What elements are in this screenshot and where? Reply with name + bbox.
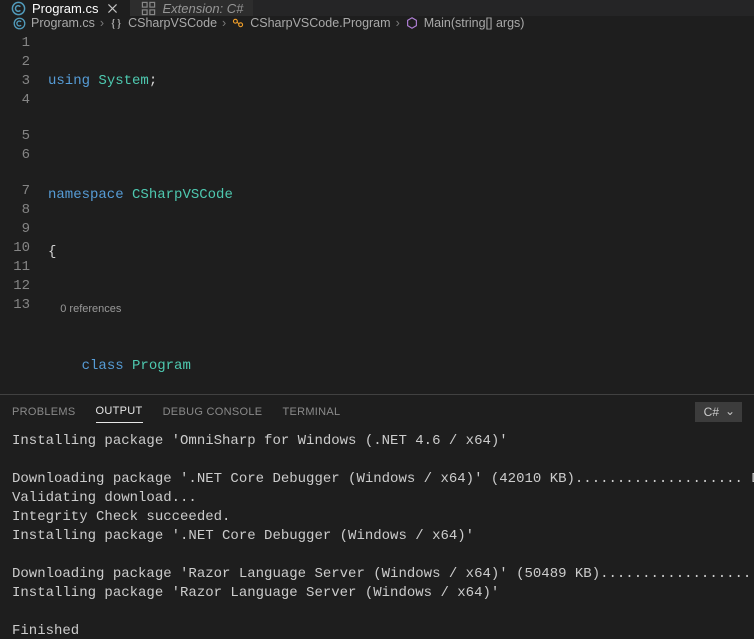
code-line: {: [48, 243, 754, 262]
code-editor[interactable]: 1 2 3 4 5 6 7 8 9 10 11 12 13 using Syst…: [0, 30, 754, 394]
code-content[interactable]: using System; namespace CSharpVSCode { 0…: [48, 30, 754, 394]
line-number: 11: [0, 258, 48, 277]
chevron-right-icon: ›: [100, 16, 104, 30]
line-number: 12: [0, 277, 48, 296]
codelens[interactable]: 0 references: [48, 300, 754, 319]
breadcrumb-label: CSharpVSCode.Program: [250, 16, 390, 30]
line-number: 13: [0, 296, 48, 315]
breadcrumb-label: CSharpVSCode: [128, 16, 217, 30]
code-line: namespace CSharpVSCode: [48, 186, 754, 205]
chevron-right-icon: ›: [396, 16, 400, 30]
panel-tab-terminal[interactable]: TERMINAL: [282, 401, 340, 423]
line-number: 5: [0, 127, 48, 146]
line-number-gutter: 1 2 3 4 5 6 7 8 9 10 11 12 13: [0, 30, 48, 394]
line-number: 7: [0, 182, 48, 201]
tab-extension-csharp[interactable]: Extension: C#: [130, 0, 253, 16]
namespace-icon: {}: [109, 16, 123, 30]
csharp-file-icon: [10, 0, 26, 16]
code-line: class Program: [48, 357, 754, 376]
tab-program-cs[interactable]: Program.cs: [0, 0, 130, 16]
line-number: 8: [0, 201, 48, 220]
panel-tab-output[interactable]: OUTPUT: [96, 400, 143, 423]
class-icon: [231, 16, 245, 30]
breadcrumb-method[interactable]: Main(string[] args): [405, 16, 525, 30]
output-channel-selector[interactable]: C#: [695, 402, 742, 422]
breadcrumb-class[interactable]: CSharpVSCode.Program: [231, 16, 390, 30]
panel-tab-debug-console[interactable]: DEBUG CONSOLE: [163, 401, 263, 423]
panel-tabs: PROBLEMS OUTPUT DEBUG CONSOLE TERMINAL C…: [0, 395, 754, 428]
chevron-right-icon: ›: [222, 16, 226, 30]
output-content[interactable]: Installing package 'OmniSharp for Window…: [0, 428, 754, 639]
breadcrumb-label: Main(string[] args): [424, 16, 525, 30]
line-number: 4: [0, 91, 48, 110]
breadcrumb-label: Program.cs: [31, 16, 95, 30]
breadcrumb: Program.cs › {} CSharpVSCode › CSharpVSC…: [0, 16, 754, 30]
editor-tabs-bar: Program.cs Extension: C#: [0, 0, 754, 16]
method-icon: [405, 16, 419, 30]
line-number: 6: [0, 146, 48, 165]
breadcrumb-file[interactable]: Program.cs: [12, 16, 95, 30]
line-number: 2: [0, 53, 48, 72]
tab-label: Program.cs: [32, 1, 98, 16]
code-line: using System;: [48, 72, 754, 91]
close-icon[interactable]: [104, 0, 120, 16]
line-number: 10: [0, 239, 48, 258]
code-line: [48, 129, 754, 148]
line-number: 9: [0, 220, 48, 239]
line-number: 3: [0, 72, 48, 91]
extensions-icon: [140, 0, 156, 16]
line-number: 1: [0, 34, 48, 53]
breadcrumb-namespace[interactable]: {} CSharpVSCode: [109, 16, 217, 30]
panel-tab-problems[interactable]: PROBLEMS: [12, 401, 76, 423]
tab-label: Extension: C#: [162, 1, 243, 16]
csharp-file-icon: [12, 16, 26, 30]
bottom-panel: PROBLEMS OUTPUT DEBUG CONSOLE TERMINAL C…: [0, 394, 754, 639]
